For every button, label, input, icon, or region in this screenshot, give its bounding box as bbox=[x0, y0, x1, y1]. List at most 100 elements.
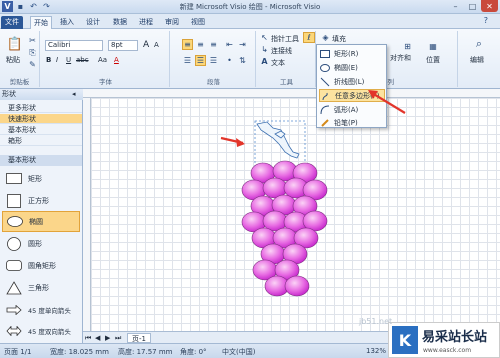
menu-item-ellipse[interactable]: 椭圆(E) bbox=[319, 61, 385, 74]
bullets-icon[interactable]: • bbox=[224, 55, 235, 66]
status-width: 宽度: 18.025 mm bbox=[50, 348, 109, 356]
menu-item-rectangle[interactable]: 矩形(R) bbox=[319, 47, 385, 60]
underline-button[interactable]: U bbox=[66, 56, 71, 64]
font-group-label: 字体 bbox=[99, 78, 112, 86]
prev-page-icon[interactable]: ◀ bbox=[95, 334, 100, 342]
align-icon[interactable]: ⊞ bbox=[402, 41, 413, 52]
stencil-item[interactable]: 正方形 bbox=[2, 190, 80, 211]
connector-icon[interactable]: ↳ bbox=[259, 44, 270, 55]
stencil-title: 基本形状 bbox=[0, 155, 82, 166]
collapse-panel-icon[interactable]: ◂ bbox=[72, 90, 76, 98]
stencil-item[interactable]: 45 度双向箭头 bbox=[2, 320, 80, 341]
align-left-icon[interactable]: ☰ bbox=[182, 55, 193, 66]
change-case-button[interactable]: Aa bbox=[98, 56, 107, 64]
paste-label[interactable]: 粘贴 bbox=[6, 55, 20, 65]
decrease-indent-icon[interactable]: ⇤ bbox=[224, 39, 235, 50]
align-middle-icon[interactable]: ≡ bbox=[195, 39, 206, 50]
rounded-rectangle-icon bbox=[6, 259, 22, 273]
category-blocks[interactable]: 箱形 bbox=[0, 136, 82, 146]
italic-button[interactable]: I bbox=[56, 56, 58, 64]
ribbon: 📋 粘贴 ✂ ⎘ ✎ 剪贴板 Calibri 8pt A A B I U abc… bbox=[0, 29, 500, 89]
stencil-item[interactable]: 三角形 bbox=[2, 277, 80, 298]
tab-process[interactable]: 进程 bbox=[135, 16, 157, 29]
single-arrow-icon bbox=[6, 303, 22, 317]
align-right-icon[interactable]: ☰ bbox=[208, 55, 219, 66]
fill-button[interactable]: 填充 bbox=[332, 34, 346, 44]
cut-icon[interactable]: ✂ bbox=[27, 35, 38, 46]
font-size-select[interactable]: 8pt bbox=[108, 40, 138, 51]
page-tab[interactable]: 页-1 bbox=[127, 333, 151, 343]
font-color-button[interactable]: A bbox=[114, 56, 119, 64]
find-icon[interactable]: ⌕ bbox=[472, 37, 486, 51]
horizontal-ruler bbox=[83, 89, 500, 98]
text-tool-icon[interactable]: A bbox=[259, 56, 270, 67]
zoom-level: 132% bbox=[366, 347, 387, 355]
copy-icon[interactable]: ⎘ bbox=[27, 47, 38, 58]
tab-insert[interactable]: 插入 bbox=[56, 16, 78, 29]
fill-icon[interactable]: ◈ bbox=[320, 32, 331, 43]
last-page-icon[interactable]: ⏭ bbox=[115, 334, 121, 343]
grow-font-button[interactable]: A bbox=[143, 40, 149, 50]
drawing-canvas[interactable] bbox=[91, 98, 500, 331]
stencil-item[interactable]: 矩形 bbox=[2, 168, 80, 189]
stencil-item[interactable]: 圆角矩形 bbox=[2, 255, 80, 276]
align-bottom-icon[interactable]: ≡ bbox=[208, 39, 219, 50]
menu-arrow-annotation bbox=[368, 90, 406, 114]
stencil-item[interactable]: 45 度单向箭头 bbox=[2, 299, 80, 320]
category-basic-shapes[interactable]: 基本形状 bbox=[0, 125, 82, 135]
category-more-shapes[interactable]: 更多形状 bbox=[0, 103, 82, 113]
position-icon[interactable]: ▦ bbox=[426, 39, 440, 53]
text-tool-label[interactable]: 文本 bbox=[271, 58, 285, 68]
paragraph-group-label: 段落 bbox=[207, 78, 220, 86]
minimize-icon[interactable]: – bbox=[447, 0, 464, 12]
next-page-icon[interactable]: ▶ bbox=[105, 334, 110, 342]
stencil-item-label: 矩形 bbox=[28, 174, 42, 183]
text-direction-icon[interactable]: ⇅ bbox=[237, 55, 248, 66]
shrink-font-button[interactable]: A bbox=[154, 41, 159, 49]
tools-group-label: 工具 bbox=[280, 78, 293, 86]
pointer-tool-icon[interactable]: ↖ bbox=[259, 32, 270, 43]
stencil-item-label: 三角形 bbox=[28, 283, 49, 292]
align-center-icon[interactable]: ☰ bbox=[195, 55, 206, 66]
tab-design[interactable]: 设计 bbox=[82, 16, 104, 29]
edit-button[interactable]: 编辑 bbox=[470, 55, 484, 65]
tab-file[interactable]: 文件 bbox=[1, 16, 23, 29]
format-painter-icon[interactable]: ✎ bbox=[27, 59, 38, 70]
tab-view[interactable]: 视图 bbox=[187, 16, 209, 29]
paste-icon[interactable]: 📋 bbox=[6, 35, 24, 53]
stencil-item[interactable]: 圆形 bbox=[2, 233, 80, 254]
connector-label[interactable]: 连接线 bbox=[271, 46, 292, 56]
bold-button[interactable]: B bbox=[46, 56, 51, 64]
pencil-icon bbox=[319, 117, 331, 128]
double-arrow-icon bbox=[6, 324, 22, 338]
help-icon[interactable]: ? bbox=[484, 16, 488, 25]
font-name-select[interactable]: Calibri bbox=[45, 40, 103, 51]
menu-item-label: 弧形(A) bbox=[334, 105, 359, 114]
watermark-url: jb51.net bbox=[359, 317, 393, 326]
tab-review[interactable]: 审阅 bbox=[161, 16, 183, 29]
tools-group: ↖ 指针工具 ↳ 连接线 A 文本 ℓ 工具 bbox=[258, 31, 316, 87]
position-button[interactable]: 位置 bbox=[426, 55, 440, 65]
increase-indent-icon[interactable]: ⇥ bbox=[237, 39, 248, 50]
align-position-label[interactable]: 对齐和 bbox=[390, 53, 411, 63]
strikethrough-button[interactable]: abc bbox=[76, 56, 89, 64]
drawing-tools-dropdown-icon[interactable]: ℓ bbox=[303, 32, 315, 43]
align-top-icon[interactable]: ≡ bbox=[182, 39, 193, 50]
font-group: Calibri 8pt A A B I U abc Aa A 字体 bbox=[42, 31, 170, 87]
maximize-icon[interactable]: □ bbox=[464, 0, 481, 12]
ellipse-icon bbox=[319, 62, 331, 73]
watermark-sub: www.easck.com bbox=[423, 347, 472, 354]
freeform-stem[interactable] bbox=[256, 121, 300, 159]
tab-data[interactable]: 数据 bbox=[109, 16, 131, 29]
vertical-ruler bbox=[83, 98, 91, 331]
watermark-badge: jb51.net K 易采站长站 www.easck.com bbox=[359, 317, 500, 358]
tab-home[interactable]: 开始 bbox=[30, 16, 52, 29]
pointer-tool-label[interactable]: 指针工具 bbox=[271, 34, 299, 44]
freeform-icon bbox=[320, 90, 332, 101]
grape-ellipse[interactable] bbox=[284, 275, 310, 297]
category-quick-shapes[interactable]: 快速形状 bbox=[0, 114, 82, 124]
close-icon[interactable]: ✕ bbox=[481, 0, 498, 12]
stencil-item-label: 圆角矩形 bbox=[28, 261, 56, 270]
first-page-icon[interactable]: ⏮ bbox=[85, 334, 91, 343]
stencil-item[interactable]: 椭圆 bbox=[2, 211, 80, 232]
